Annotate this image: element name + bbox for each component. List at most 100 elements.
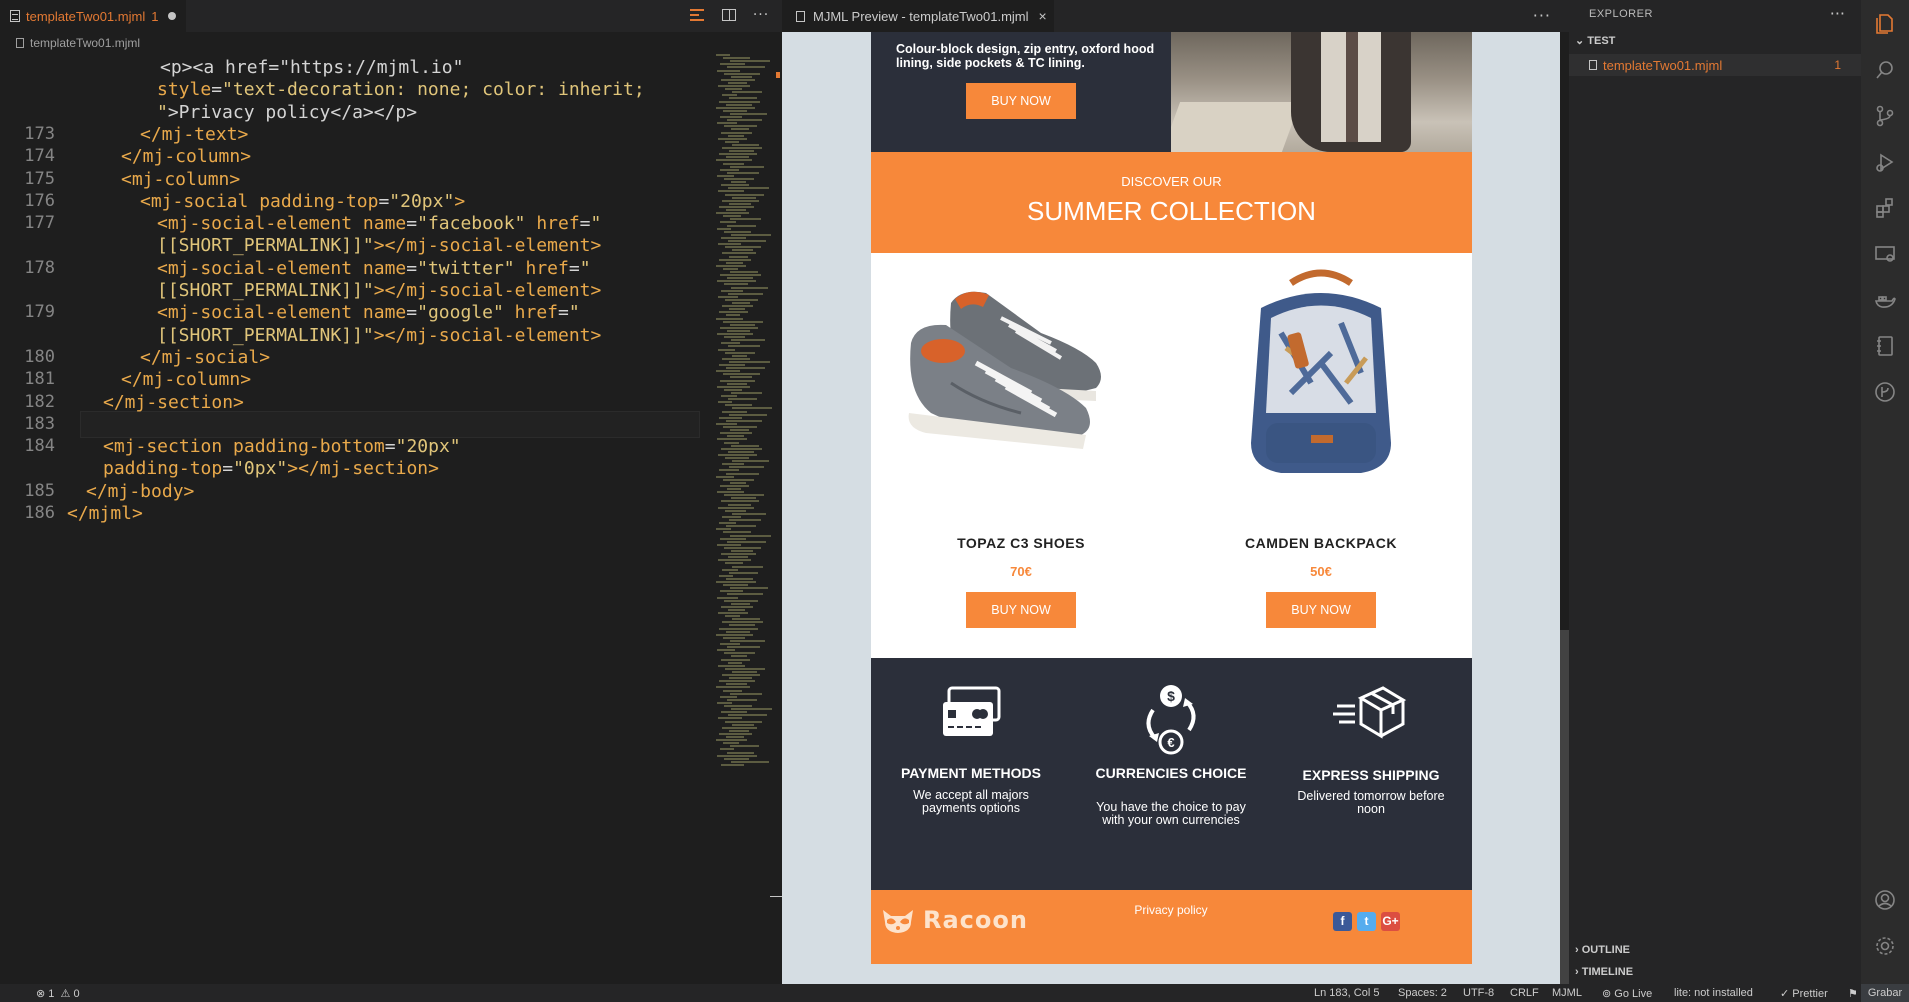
minimap-row [723,584,748,587]
minimap-row [723,109,747,112]
cursor-position[interactable]: Ln 183, Col 5 [1314,987,1379,999]
grabber-button[interactable]: Grabar [1861,984,1909,1002]
minimap-row [729,150,754,153]
code-token: </mj-section> [103,391,244,413]
notifications-icon[interactable]: ⚑ [1848,987,1858,1000]
product-buy-now-button[interactable]: BUY NOW [966,592,1076,628]
explorer-icon[interactable] [1873,12,1897,36]
code-token: <mj-social-element [157,302,363,324]
feature-title: PAYMENT METHODS [900,765,1041,781]
minimap-row [728,714,767,717]
minimap-row [729,413,767,416]
explorer-sidebar: EXPLORER ··· ⌄ TEST templateTwo01.mjml 1… [1569,0,1861,984]
problems-indicator[interactable]: ⊗ 1 ⚠ 0 [36,987,80,1000]
minimap-row [721,342,740,345]
google-icon[interactable]: G+ [1381,912,1400,931]
minimap-row [725,140,739,143]
git-graph-icon[interactable] [1873,380,1897,404]
folder-test[interactable]: ⌄ TEST [1575,34,1615,47]
end-of-line[interactable]: CRLF [1510,987,1539,999]
minimap-row [722,515,741,518]
facebook-icon[interactable]: f [1333,912,1352,931]
twitter-icon[interactable]: t [1357,912,1376,931]
minimap-row [729,519,761,521]
preview-scrollbar[interactable] [1560,32,1569,984]
account-icon[interactable] [1873,888,1897,912]
docker-icon[interactable] [1873,288,1897,312]
prettier-label: Prettier [1792,988,1828,1000]
source-control-icon[interactable] [1873,104,1897,128]
editor-tab-templatetwo01[interactable]: templateTwo01.mjml 1 [0,0,186,32]
go-live-button[interactable]: ⊚ Go Live [1602,987,1652,1000]
minimap[interactable] [712,54,772,834]
minimap-row [726,577,753,580]
minimap-row [722,621,763,624]
minimap-row [723,162,744,165]
minimap-row [732,143,759,146]
code-token: "20px" [389,190,455,212]
warning-icon: ⚠ [57,988,71,1000]
minimap-row [725,615,740,618]
minimap-row [727,435,744,438]
credit-card-icon [943,686,1001,736]
extensions-icon[interactable] [1873,196,1897,220]
minimap-row [724,72,760,75]
minimap-row [726,261,743,264]
minimap-row [728,661,742,664]
lint-status[interactable]: lite: not installed [1674,987,1753,999]
minimap-row [719,469,739,472]
file-item-templatetwo01[interactable]: templateTwo01.mjml 1 [1569,54,1861,76]
scrollbar-thumb[interactable] [1560,630,1569,984]
notebook-icon[interactable] [1873,334,1897,358]
minimap-row [726,103,752,106]
minimap-row [718,612,748,614]
split-editor-button[interactable] [720,6,738,24]
minimap-row [720,379,755,382]
minimap-row [731,760,769,763]
minimap-row [716,528,731,531]
minimap-row [718,453,757,456]
open-changes-button[interactable] [688,6,706,24]
remote-explorer-icon[interactable] [1873,242,1897,266]
code-line[interactable]: 186 </mjml> [0,500,700,527]
minimap-row [728,292,763,295]
code-area[interactable]: <p><a href="https://mjml.io" style="text-… [0,54,700,984]
preview-icon [796,10,805,22]
product-buy-now-button[interactable]: BUY NOW [1266,592,1376,628]
minimap-row [732,723,754,726]
preview-canvas[interactable]: Colour-block design, zip entry, oxford h… [782,32,1560,984]
minimap-row [731,75,752,78]
timeline-section[interactable]: › TIMELINE [1575,966,1633,978]
changes-icon [690,9,704,21]
indentation[interactable]: Spaces: 2 [1398,987,1447,999]
minimap-row [730,112,767,115]
more-actions-button[interactable]: ··· [752,6,770,24]
hero-buy-now-button[interactable]: BUY NOW [966,83,1076,119]
file-label: templateTwo01.mjml [1603,57,1723,73]
encoding[interactable]: UTF-8 [1463,987,1494,999]
prettier-status[interactable]: ✓ Prettier [1780,987,1828,1000]
collection-subtitle: DISCOVER OUR [1121,174,1222,189]
status-bar: ⊗ 1 ⚠ 0 Ln 183, Col 5 Spaces: 2 UTF-8 CR… [0,984,1909,1002]
outline-section[interactable]: › OUTLINE [1575,944,1630,956]
code-token: name [362,302,407,324]
run-debug-icon[interactable] [1873,150,1897,174]
minimap-row [718,190,744,193]
minimap-row [728,450,754,453]
close-icon[interactable]: × [1039,8,1047,24]
more-actions-button[interactable]: ··· [1533,6,1551,25]
folder-label: TEST [1587,35,1616,47]
more-actions-button[interactable]: ··· [1830,4,1845,23]
minimap-row [732,565,763,568]
code-token: href [525,213,580,235]
preview-tab[interactable]: MJML Preview - templateTwo01.mjml × [782,0,1054,32]
breadcrumb[interactable]: templateTwo01.mjml [0,32,782,54]
minimap-row [729,202,751,205]
features-section: PAYMENT METHODS We accept all majors pay… [871,658,1472,890]
privacy-policy-link[interactable]: Privacy policy [1071,903,1271,917]
settings-gear-icon[interactable] [1873,934,1897,958]
search-icon[interactable] [1873,58,1897,82]
language-mode[interactable]: MJML [1552,987,1582,999]
editor-actions: ··· [688,6,770,24]
unsaved-dot-icon[interactable] [168,12,177,20]
